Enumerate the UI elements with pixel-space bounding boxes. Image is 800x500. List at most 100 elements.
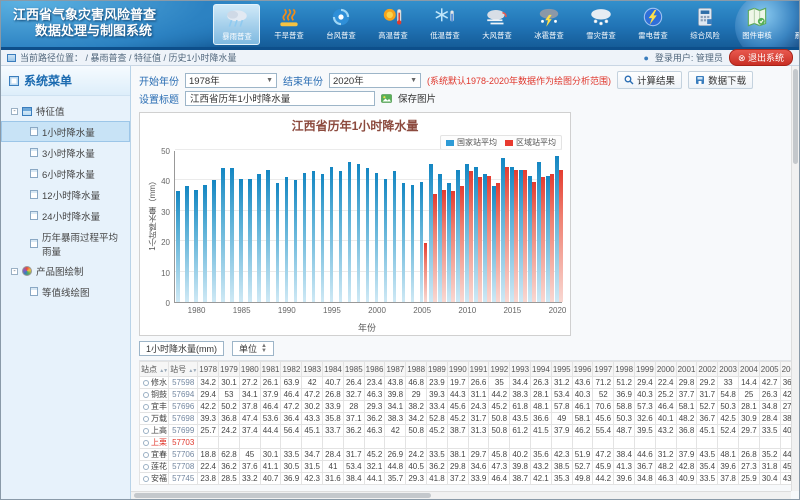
toolbar-item-typhoon[interactable]: 台风普查 xyxy=(317,4,364,45)
start-year-select[interactable]: 1978年▼ xyxy=(185,73,277,88)
expander-icon[interactable] xyxy=(143,464,149,470)
col-header-year-1982[interactable]: 1982 xyxy=(281,362,302,377)
bar-regional-2016[interactable] xyxy=(523,170,527,302)
bar-national-1996[interactable] xyxy=(339,171,343,302)
bar-regional-2011[interactable] xyxy=(478,177,482,302)
col-header-year-1993[interactable]: 1993 xyxy=(510,362,531,377)
col-header-year-1989[interactable]: 1989 xyxy=(427,362,448,377)
sidebar-item-0-0[interactable]: 1小时降水量 xyxy=(1,121,130,142)
toolbar-item-cold[interactable]: 低温普查 xyxy=(421,4,468,45)
bar-national-1993[interactable] xyxy=(312,171,316,302)
col-header-year-1992[interactable]: 1992 xyxy=(489,362,510,377)
col-header-station[interactable]: 站点 ▲▼ xyxy=(140,362,169,377)
sidebar-item-0-4[interactable]: 24小时降水量 xyxy=(1,205,130,226)
col-header-year-1990[interactable]: 1990 xyxy=(447,362,468,377)
bar-national-1981[interactable] xyxy=(203,185,207,302)
collapse-icon[interactable]: - xyxy=(11,108,18,115)
col-header-year-2005[interactable]: 2005 xyxy=(759,362,780,377)
save-image-button[interactable]: 保存图片 xyxy=(398,91,436,105)
toolbar-item-hail[interactable]: 冰雹普查 xyxy=(525,4,572,45)
bar-national-1997[interactable] xyxy=(348,162,352,302)
col-header-year-1991[interactable]: 1991 xyxy=(468,362,489,377)
bar-regional-2008[interactable] xyxy=(451,191,455,302)
bar-regional-2018[interactable] xyxy=(541,177,545,302)
toolbar-item-snow[interactable]: 雪灾普查 xyxy=(577,4,624,45)
measure-select[interactable]: 1小时降水量(mm) xyxy=(139,341,224,356)
expander-icon[interactable] xyxy=(143,476,149,482)
col-header-year-1987[interactable]: 1987 xyxy=(385,362,406,377)
col-header-year-2002[interactable]: 2002 xyxy=(697,362,718,377)
toolbar-item-drought[interactable]: 干旱普查 xyxy=(265,4,312,45)
toolbar-item-heat[interactable]: 高温普查 xyxy=(369,4,416,45)
bar-national-2002[interactable] xyxy=(393,171,397,302)
bar-national-2001[interactable] xyxy=(384,179,388,302)
calculate-button[interactable]: 计算结果 xyxy=(617,71,682,89)
sidebar-group-1[interactable]: -产品图绘制 xyxy=(1,261,130,281)
toolbar-item-rainstorm[interactable]: 暴雨普查 xyxy=(213,4,260,45)
col-header-year-1978[interactable]: 1978 xyxy=(198,362,219,377)
collapse-icon[interactable]: - xyxy=(11,268,18,275)
bar-regional-2019[interactable] xyxy=(550,174,554,302)
bar-national-1991[interactable] xyxy=(294,180,298,302)
sidebar-group-0[interactable]: -特征值 xyxy=(1,101,130,121)
bar-national-1979[interactable] xyxy=(185,186,189,302)
bar-regional-2007[interactable] xyxy=(442,190,446,302)
col-header-year-1983[interactable]: 1983 xyxy=(302,362,323,377)
bar-national-1995[interactable] xyxy=(330,167,334,302)
col-header-year-1997[interactable]: 1997 xyxy=(593,362,614,377)
download-button[interactable]: 数据下载 xyxy=(688,71,753,89)
col-header-year-2003[interactable]: 2003 xyxy=(718,362,739,377)
col-header-year-1986[interactable]: 1986 xyxy=(364,362,385,377)
col-header-year-1988[interactable]: 1988 xyxy=(406,362,427,377)
col-header-year-1984[interactable]: 1984 xyxy=(323,362,344,377)
expander-icon[interactable] xyxy=(143,440,149,446)
bar-national-1998[interactable] xyxy=(357,164,361,302)
col-header-year-1985[interactable]: 1985 xyxy=(343,362,364,377)
logout-button[interactable]: ⊗ 退出系统 xyxy=(729,49,793,66)
bar-national-2004[interactable] xyxy=(411,185,415,302)
bar-national-1983[interactable] xyxy=(221,168,225,302)
bar-regional-2005[interactable] xyxy=(424,243,428,302)
breadcrumb[interactable]: / 暴雨普查 / 特征值 / 历史1小时降水量 xyxy=(86,51,237,64)
col-header-year-2001[interactable]: 2001 xyxy=(676,362,697,377)
sidebar-item-0-2[interactable]: 6小时降水量 xyxy=(1,163,130,184)
bar-regional-2009[interactable] xyxy=(460,186,464,302)
bar-national-1984[interactable] xyxy=(230,168,234,302)
legend-entry-1[interactable]: 区域站平均 xyxy=(505,137,556,148)
col-header-year-1999[interactable]: 1999 xyxy=(635,362,656,377)
expander-icon[interactable] xyxy=(143,392,149,398)
bar-national-1992[interactable] xyxy=(303,173,307,302)
horizontal-scrollbar-thumb[interactable] xyxy=(134,493,431,498)
bar-regional-2013[interactable] xyxy=(496,183,500,302)
legend-entry-0[interactable]: 国家站平均 xyxy=(446,137,497,148)
bar-national-1980[interactable] xyxy=(194,190,198,302)
bar-national-1994[interactable] xyxy=(321,174,325,302)
sidebar-item-0-1[interactable]: 3小时降水量 xyxy=(1,142,130,163)
vertical-scrollbar-thumb[interactable] xyxy=(793,69,798,164)
toolbar-item-wind[interactable]: 大风普查 xyxy=(473,4,520,45)
sidebar-item-1-0[interactable]: 等值线绘图 xyxy=(1,281,130,302)
bar-regional-2014[interactable] xyxy=(505,167,509,302)
bar-national-1999[interactable] xyxy=(366,168,370,302)
col-header-year-1998[interactable]: 1998 xyxy=(614,362,635,377)
expander-icon[interactable] xyxy=(143,380,149,386)
col-header-id[interactable]: 站号 ▲▼ xyxy=(169,362,198,377)
col-header-year-1980[interactable]: 1980 xyxy=(239,362,260,377)
unit-select[interactable]: 单位 ▲▼ xyxy=(232,341,274,356)
bar-national-1978[interactable] xyxy=(176,191,180,302)
col-header-year-1995[interactable]: 1995 xyxy=(551,362,572,377)
toolbar-item-calc[interactable]: 综合风险 xyxy=(681,4,728,45)
bar-national-1985[interactable] xyxy=(239,179,243,302)
col-header-year-2004[interactable]: 2004 xyxy=(739,362,760,377)
bar-regional-2017[interactable] xyxy=(532,182,536,302)
bar-regional-2010[interactable] xyxy=(469,171,473,302)
end-year-select[interactable]: 2020年▼ xyxy=(329,73,421,88)
col-header-year-1996[interactable]: 1996 xyxy=(572,362,593,377)
expander-icon[interactable] xyxy=(143,404,149,410)
bar-national-1988[interactable] xyxy=(266,170,270,302)
sidebar-item-0-5[interactable]: 历年暴雨过程平均雨量 xyxy=(1,226,130,261)
expander-icon[interactable] xyxy=(143,452,149,458)
bar-national-1986[interactable] xyxy=(248,179,252,302)
vertical-scrollbar[interactable] xyxy=(791,66,799,491)
horizontal-scrollbar[interactable] xyxy=(131,491,791,499)
